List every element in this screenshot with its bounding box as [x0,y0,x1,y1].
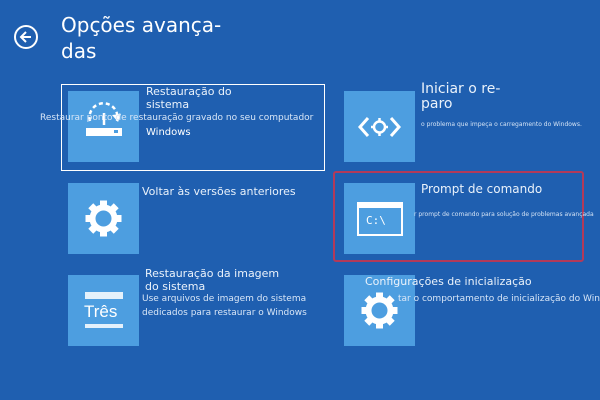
code-brackets-icon [357,117,402,137]
image-restore-icon-text: Três [84,302,118,321]
back-button[interactable] [14,25,38,49]
option-label: Configurações de inicialização [365,275,532,288]
command-prompt-text: C:\ [366,214,386,227]
option-label: Prompt de comando [421,182,543,196]
back-arrow-icon [19,31,31,43]
gear-icon [85,200,122,237]
option-description: r prompt de comando para solução de prob… [414,211,594,218]
option-go-back[interactable] [68,183,139,254]
option-command-prompt[interactable]: C:\ [344,183,415,254]
page-title: Opções avança-das [61,13,222,63]
option-label: Iniciar o re-paro [421,81,501,112]
restore-icon [68,91,139,162]
option-label: Voltar às versões anteriores [142,185,296,198]
option-extra-text: Windows [146,127,191,138]
option-label: Restauração da imagem do sistema [145,267,280,293]
option-description: tar o comportamento de inicialização do … [398,294,600,304]
option-startup-repair[interactable] [344,91,415,162]
option-description: Restaurar ponto de restauração gravado n… [40,113,314,123]
option-label: Restauração do sistema [146,85,232,111]
option-description: o problema que impeça o carregamento do … [421,121,582,128]
option-description: Use arquivos de imagem do sistema dedica… [142,294,307,318]
